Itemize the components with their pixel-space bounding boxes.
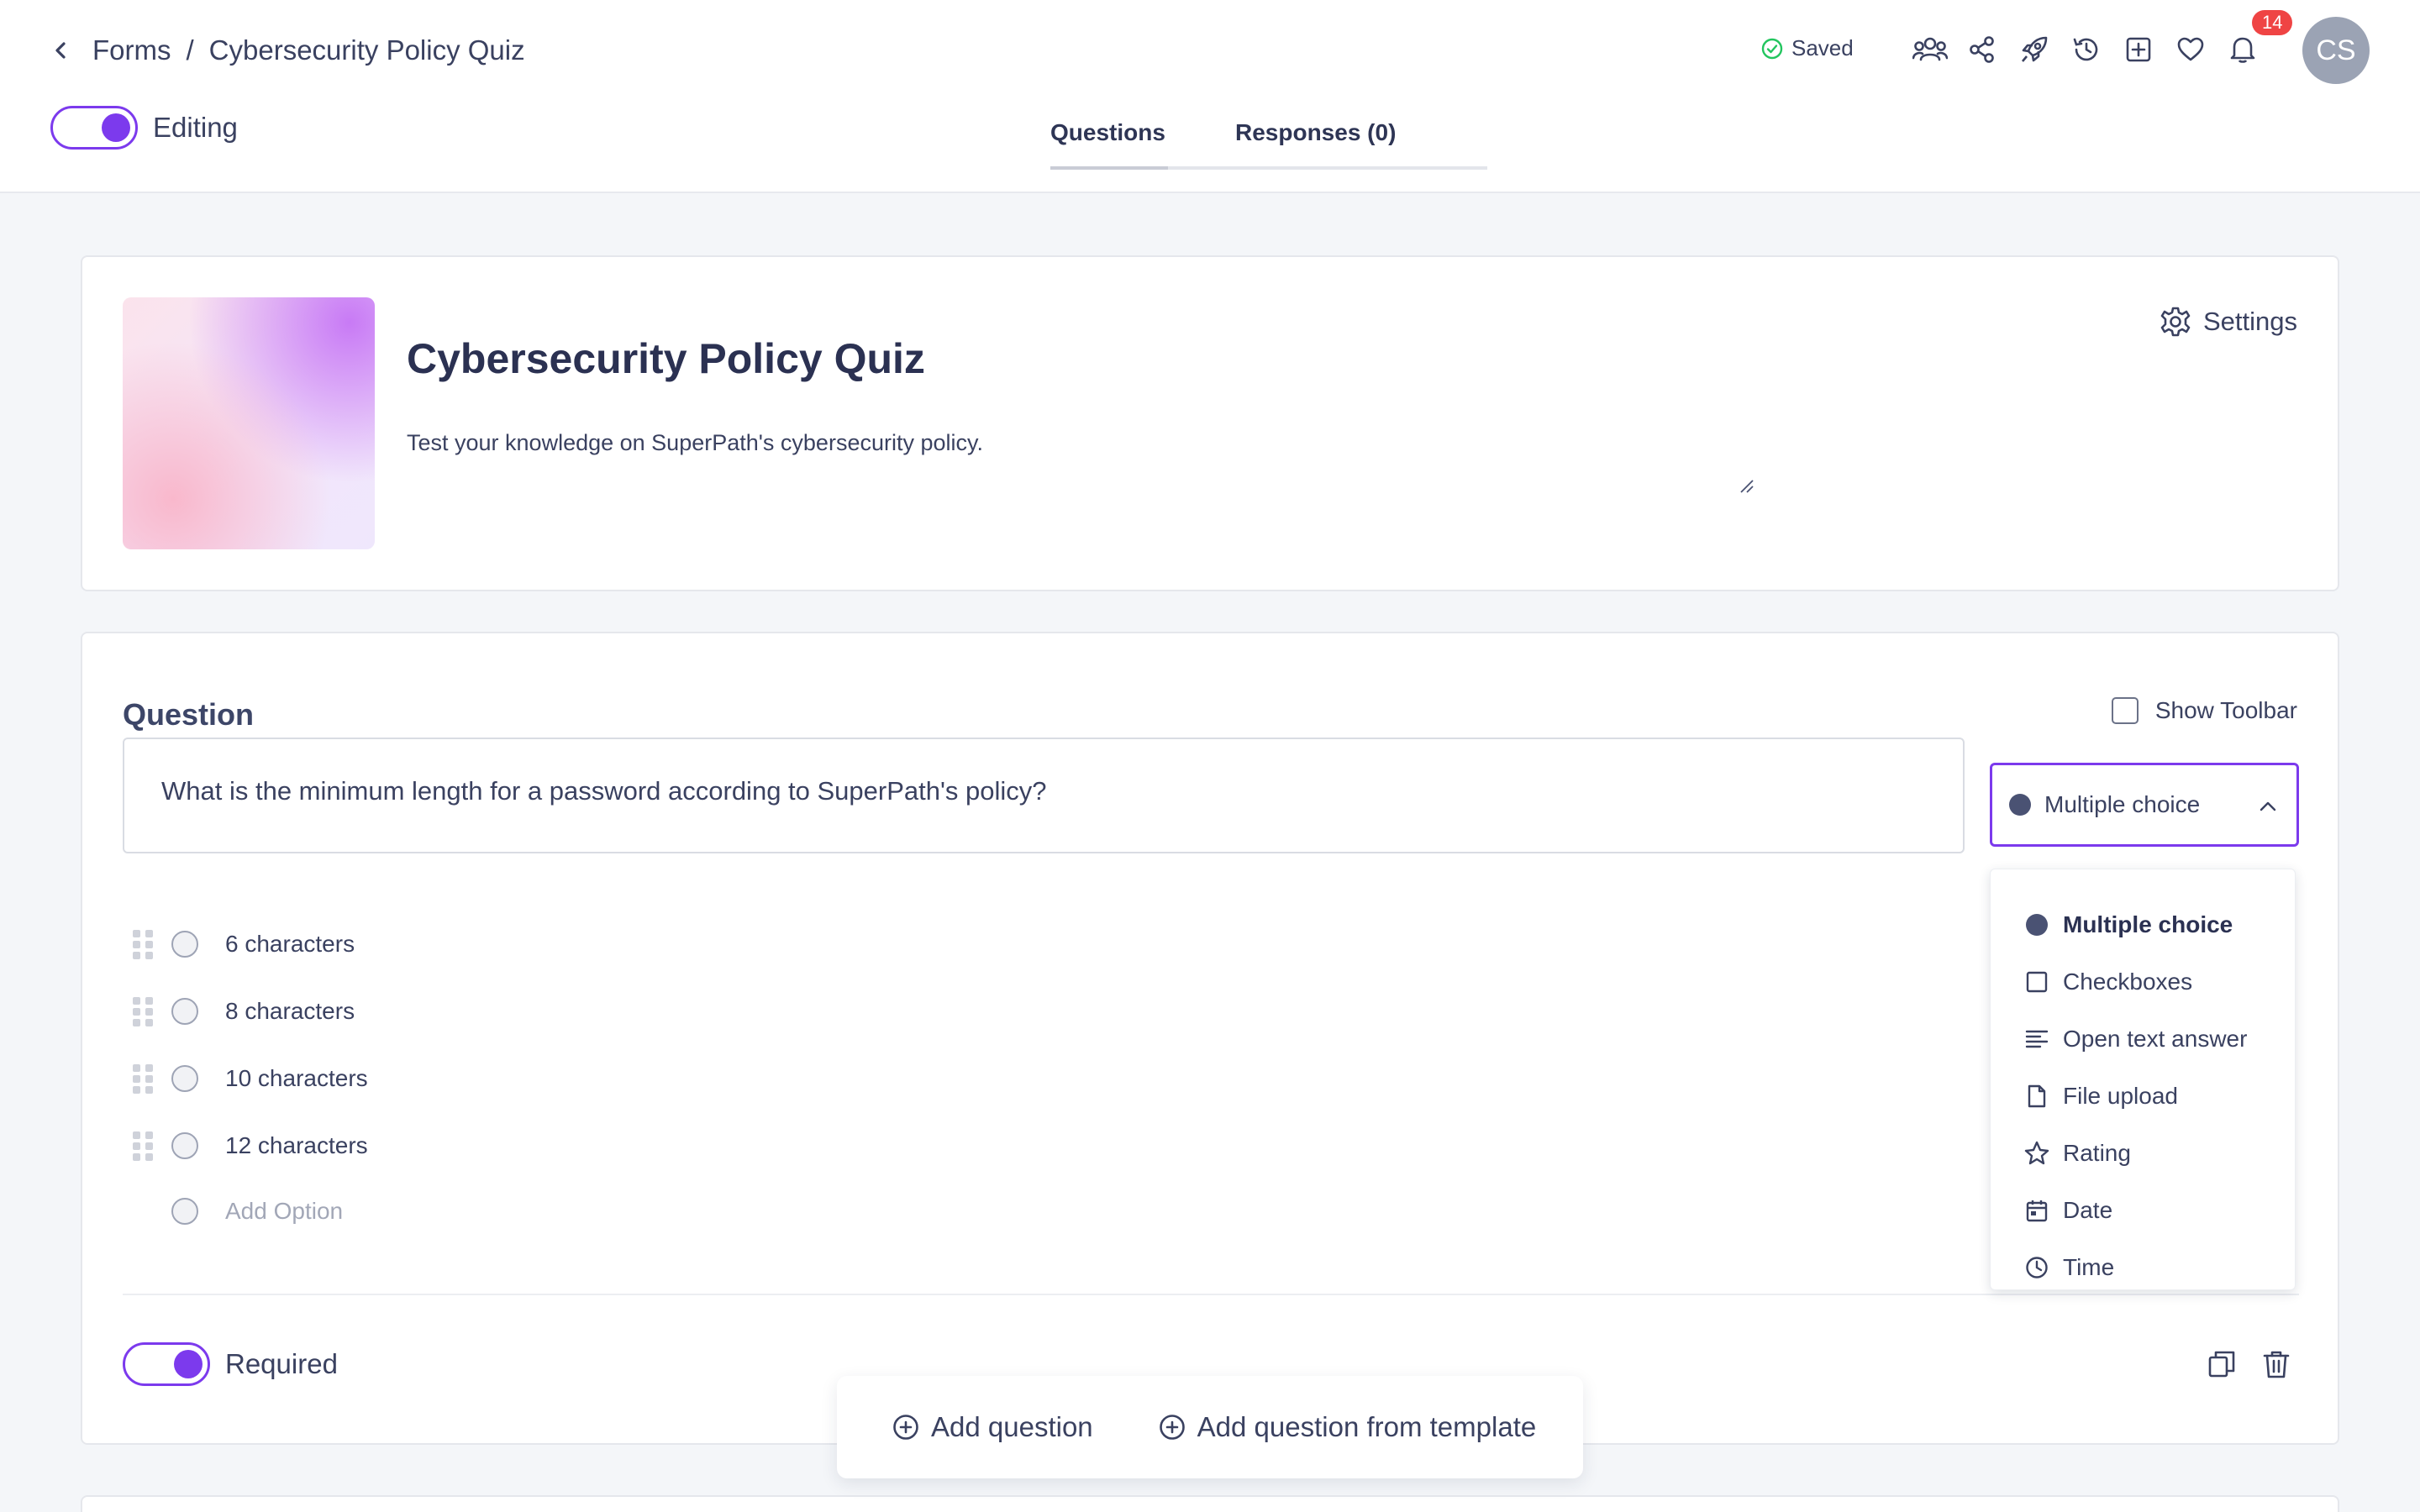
gear-icon — [2160, 307, 2191, 337]
menu-item-open-text[interactable]: Open text answer — [2024, 1022, 2247, 1056]
required-toggle[interactable] — [123, 1342, 210, 1386]
next-question-card — [81, 1495, 2339, 1512]
show-toolbar-toggle[interactable]: Show Toolbar — [2111, 697, 2297, 724]
option-radio-placeholder — [171, 1198, 198, 1225]
menu-item-multiple-choice[interactable]: Multiple choice — [2024, 908, 2233, 942]
menu-item-file-upload[interactable]: File upload — [2024, 1079, 2178, 1113]
saved-label: Saved — [1791, 35, 1854, 60]
text-lines-icon — [2024, 1026, 2049, 1052]
bell-icon[interactable] — [2223, 30, 2262, 69]
share-icon[interactable] — [1963, 30, 2002, 69]
breadcrumb-forms-link[interactable]: Forms — [92, 34, 171, 66]
menu-item-label: File upload — [2063, 1083, 2178, 1109]
answer-option: 6 characters — [133, 927, 355, 961]
answer-option: 10 characters — [133, 1062, 368, 1095]
breadcrumb-current: Cybersecurity Policy Quiz — [208, 34, 525, 66]
plus-circle-icon — [893, 1415, 918, 1440]
add-option-row: Add Option — [171, 1194, 343, 1228]
form-title[interactable]: Cybersecurity Policy Quiz — [407, 334, 925, 383]
breadcrumb: Forms / Cybersecurity Policy Quiz — [52, 30, 525, 71]
saved-status: Saved — [1761, 35, 1854, 61]
menu-item-label: Checkboxes — [2063, 969, 2193, 995]
header-toolbar — [1911, 30, 2275, 69]
user-avatar[interactable]: CS — [2302, 17, 2370, 84]
history-icon[interactable] — [2067, 30, 2106, 69]
answer-option: 12 characters — [133, 1129, 368, 1163]
menu-item-label: Date — [2063, 1197, 2113, 1223]
plus-circle-icon — [1159, 1415, 1185, 1440]
form-description[interactable]: Test your knowledge on SuperPath's cyber… — [407, 430, 983, 456]
checkbox-icon — [2024, 969, 2049, 995]
rocket-icon[interactable] — [2015, 30, 2054, 69]
duplicate-icon[interactable] — [2207, 1349, 2237, 1379]
check-circle-icon — [1761, 38, 1783, 59]
option-label[interactable]: 12 characters — [225, 1132, 368, 1159]
form-header-card: Cybersecurity Policy Quiz Test your know… — [81, 255, 2339, 591]
drag-handle-icon[interactable] — [133, 996, 153, 1026]
add-from-template-label: Add question from template — [1197, 1411, 1537, 1442]
drag-handle-icon[interactable] — [133, 1131, 153, 1161]
tab-responses[interactable]: Responses (0) — [1168, 113, 1487, 170]
textarea-resize-handle-icon[interactable] — [1739, 479, 1754, 498]
team-icon[interactable] — [1911, 30, 1949, 69]
drag-handle-icon[interactable] — [133, 929, 153, 959]
menu-item-label: Multiple choice — [2063, 911, 2233, 937]
option-label[interactable]: 8 characters — [225, 998, 355, 1025]
question-actions — [2181, 1349, 2291, 1379]
option-radio[interactable] — [171, 1065, 198, 1092]
question-type-value: Multiple choice — [2044, 791, 2201, 817]
add-option-input[interactable]: Add Option — [225, 1198, 343, 1225]
option-radio[interactable] — [171, 998, 198, 1025]
heart-icon[interactable] — [2171, 30, 2210, 69]
tab-questions[interactable]: Questions — [1050, 113, 1168, 170]
breadcrumb-separator: / — [186, 34, 194, 66]
question-heading: Question — [123, 697, 255, 732]
show-toolbar-checkbox[interactable] — [2111, 697, 2139, 724]
required-toggle-group: Required — [123, 1342, 338, 1386]
form-cover-image[interactable] — [123, 297, 375, 549]
editing-label: Editing — [153, 112, 238, 143]
chevron-up-icon — [2258, 795, 2278, 822]
settings-button[interactable]: Settings — [2160, 306, 2297, 338]
file-icon — [2024, 1084, 2049, 1109]
editing-toggle[interactable] — [50, 106, 138, 150]
drag-handle-icon[interactable] — [133, 1063, 153, 1094]
question-type-select[interactable]: Multiple choice — [1990, 763, 2299, 847]
form-tabs: Questions Responses (0) — [1050, 113, 1487, 170]
option-label[interactable]: 6 characters — [225, 931, 355, 958]
menu-item-rating[interactable]: Rating — [2024, 1137, 2131, 1170]
menu-item-time[interactable]: Time — [2024, 1251, 2114, 1284]
menu-item-checkboxes[interactable]: Checkboxes — [2024, 965, 2192, 999]
star-icon — [2024, 1141, 2049, 1166]
radio-filled-icon — [2009, 794, 2031, 816]
menu-item-date[interactable]: Date — [2024, 1194, 2112, 1227]
top-header: Forms / Cybersecurity Policy Quiz Editin… — [0, 0, 2420, 193]
option-radio[interactable] — [171, 931, 198, 958]
notification-count-badge: 14 — [2252, 10, 2293, 35]
add-question-label: Add question — [931, 1411, 1093, 1442]
option-label[interactable]: 10 characters — [225, 1065, 368, 1092]
required-label: Required — [225, 1348, 338, 1379]
back-chevron-icon[interactable] — [52, 39, 76, 62]
show-toolbar-label: Show Toolbar — [2154, 697, 2297, 723]
settings-label: Settings — [2202, 307, 2297, 336]
editing-toggle-group: Editing — [50, 106, 238, 150]
calendar-icon — [2024, 1198, 2049, 1223]
menu-item-label: Open text answer — [2063, 1026, 2248, 1052]
add-question-from-template-button[interactable]: Add question from template — [1159, 1411, 1537, 1443]
card-divider — [123, 1294, 2299, 1295]
question-text-input[interactable]: What is the minimum length for a passwor… — [123, 738, 1965, 853]
add-question-button[interactable]: Add question — [892, 1411, 1093, 1443]
option-radio[interactable] — [171, 1132, 198, 1159]
question-type-menu: Multiple choice Checkboxes Open text ans… — [1990, 869, 2296, 1290]
radio-filled-icon — [2024, 912, 2049, 937]
add-box-icon[interactable] — [2119, 30, 2158, 69]
add-question-bar: Add question Add question from template — [837, 1376, 1583, 1478]
trash-icon[interactable] — [2262, 1349, 2291, 1379]
menu-item-label: Time — [2063, 1254, 2115, 1280]
clock-icon — [2024, 1255, 2049, 1280]
menu-item-label: Rating — [2063, 1140, 2131, 1166]
answer-option: 8 characters — [133, 995, 355, 1028]
